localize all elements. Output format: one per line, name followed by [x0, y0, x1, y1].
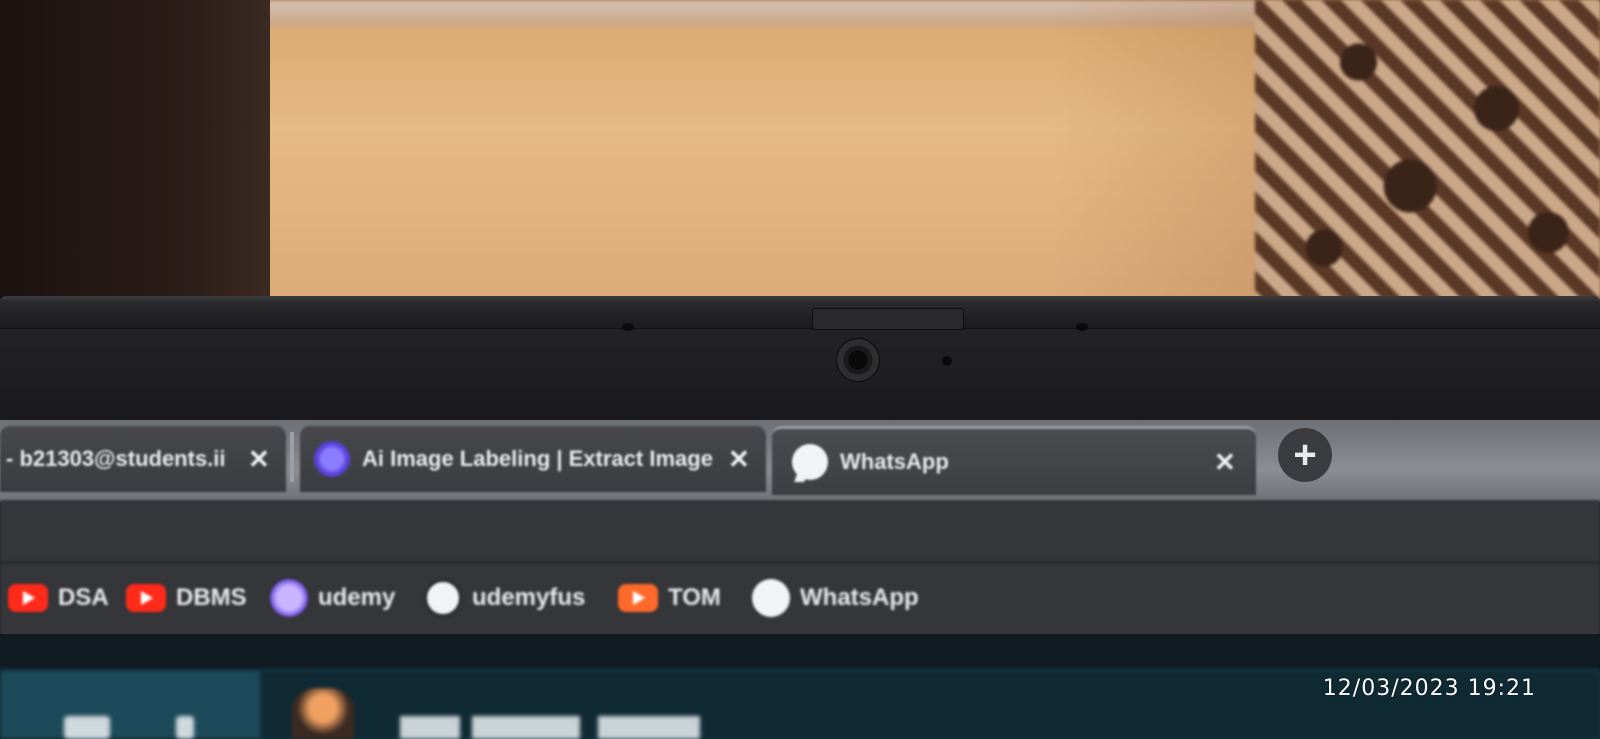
webcam: [836, 338, 880, 382]
udemy-icon: [270, 579, 308, 617]
new-tab-button[interactable]: +: [1278, 428, 1332, 482]
microphone-right: [1076, 323, 1088, 331]
youtube-icon: [618, 584, 658, 612]
close-icon[interactable]: ✕: [1214, 447, 1236, 478]
whatsapp-icon: [792, 444, 828, 480]
bookmark-label: DSA: [58, 584, 109, 611]
bookmark-label: DBMS: [176, 584, 247, 611]
tab-ai-image-labeling[interactable]: Ai Image Labeling | Extract Image ✕: [300, 426, 766, 492]
bezel-notch: [812, 308, 964, 330]
whatsapp-icon: [752, 579, 790, 617]
tab-divider: [290, 432, 294, 482]
bezel-top-edge: [0, 300, 1600, 329]
bookmark-udemy[interactable]: udemy: [270, 578, 395, 618]
browser-toolbar: [0, 500, 1600, 562]
patterned-fabric: [1255, 0, 1600, 310]
tab-title: WhatsApp: [840, 449, 949, 474]
youtube-icon: [126, 584, 166, 612]
page-icon: [64, 716, 110, 739]
bookmark-label: TOM: [668, 584, 721, 611]
github-icon: [424, 579, 462, 617]
photo-timestamp: 12/03/2023 19:21: [1322, 676, 1536, 701]
photo-scene: - b21303@students.iit ✕ Ai Image Labelin…: [0, 0, 1600, 739]
ai-labeling-icon: [314, 441, 350, 477]
avatar: [292, 688, 354, 739]
bookmark-label: udemy: [318, 584, 396, 611]
tab-title: - b21303@students.iit: [6, 446, 226, 471]
background-dark-panel: [0, 0, 270, 320]
bookmark-udemyfus[interactable]: udemyfus: [424, 578, 585, 618]
bookmark-whatsapp[interactable]: WhatsApp: [752, 578, 919, 618]
tab-whatsapp[interactable]: WhatsApp ✕: [772, 426, 1256, 495]
close-icon[interactable]: ✕: [248, 444, 270, 475]
page-heading-blur: [400, 716, 700, 739]
microphone-left: [622, 323, 634, 331]
webcam-led: [942, 356, 952, 366]
bookmark-dbms[interactable]: DBMS: [126, 578, 247, 618]
bookmark-dsa[interactable]: DSA: [8, 578, 109, 618]
youtube-icon: [8, 584, 48, 612]
tab-email[interactable]: - b21303@students.iit ✕: [0, 426, 286, 492]
bookmark-label: WhatsApp: [800, 584, 919, 611]
bookmark-label: udemyfus: [472, 584, 586, 611]
tab-title: Ai Image Labeling | Extract Image: [362, 446, 713, 471]
close-icon[interactable]: ✕: [728, 444, 750, 475]
bookmark-tom[interactable]: TOM: [618, 578, 721, 618]
page-icon: [176, 716, 194, 739]
